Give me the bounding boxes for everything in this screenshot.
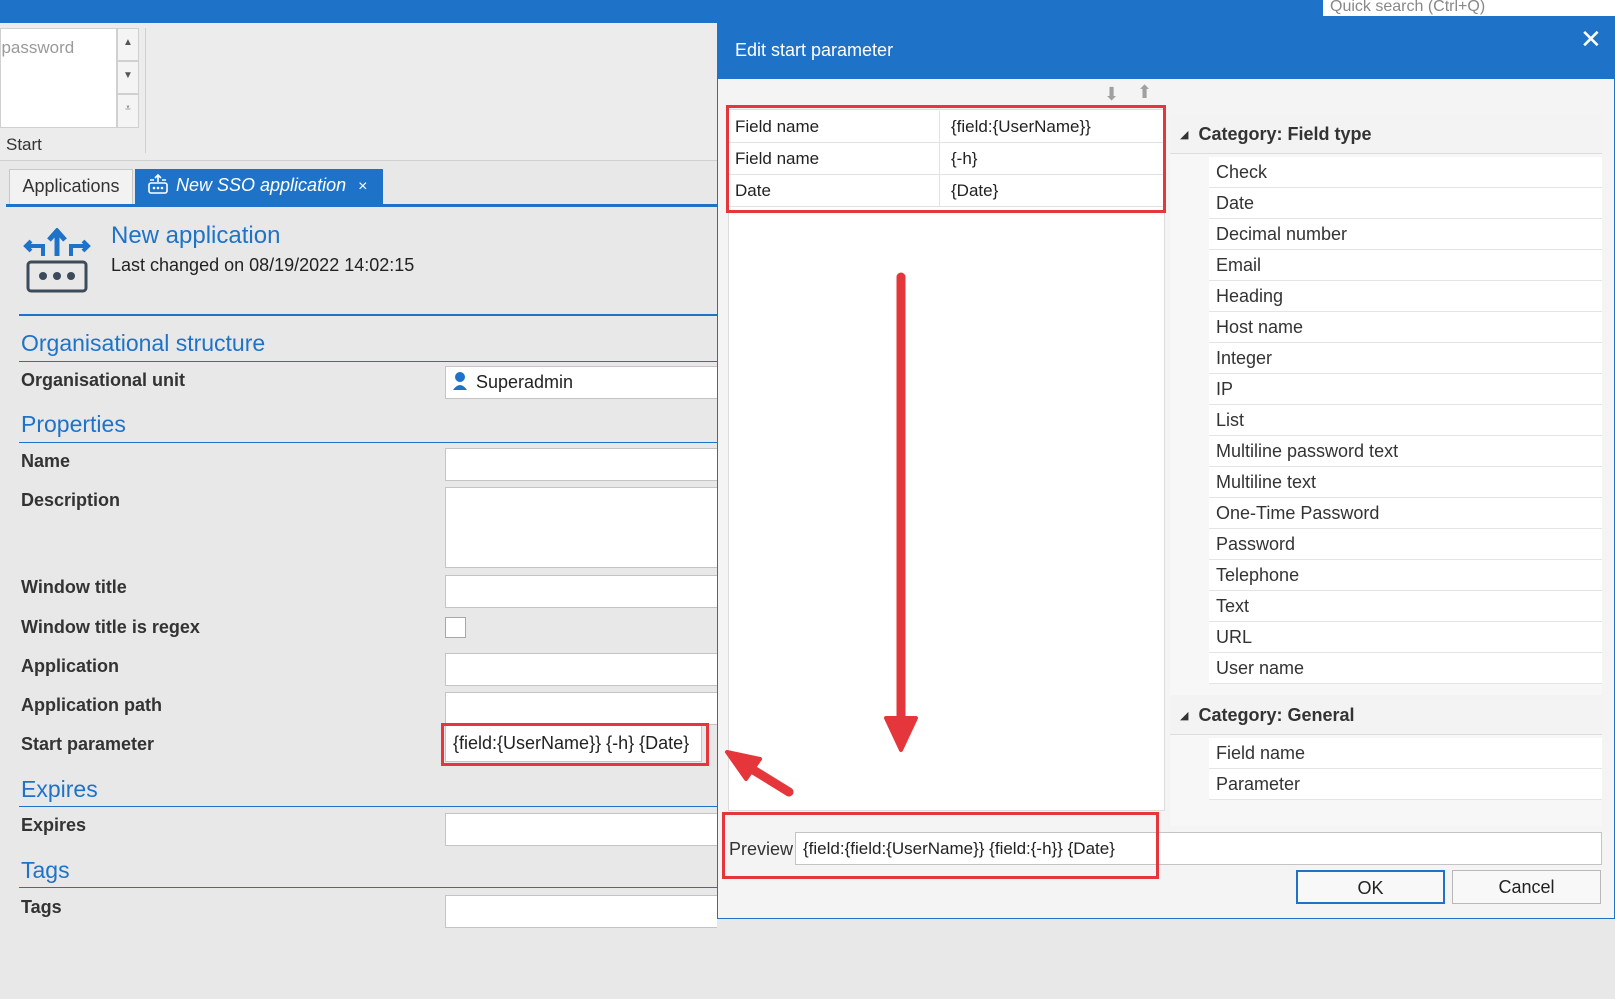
category-label: Category: General: [1198, 705, 1355, 725]
field-type-item[interactable]: Integer: [1209, 343, 1602, 374]
section-expires: Expires: [21, 776, 98, 802]
field-type-item[interactable]: List: [1209, 405, 1602, 436]
field-type-item[interactable]: Multiline text: [1209, 467, 1602, 498]
quick-search-input[interactable]: Quick search (Ctrl+Q): [1323, 0, 1615, 16]
section-organisational-structure: Organisational structure: [21, 330, 266, 356]
field-type-item[interactable]: Password: [1209, 529, 1602, 560]
application-path-label: Application path: [21, 695, 162, 715]
close-tab-icon[interactable]: ×: [358, 178, 367, 195]
ok-button[interactable]: OK: [1296, 870, 1445, 904]
cancel-button[interactable]: Cancel: [1452, 870, 1601, 904]
section-tags: Tags: [21, 857, 70, 883]
window-title-regex-checkbox[interactable]: [445, 617, 466, 638]
field-type-item[interactable]: Heading: [1209, 281, 1602, 312]
tab-applications[interactable]: Applications: [9, 169, 133, 204]
ribbon-gallery-item[interactable]: t password: [1, 38, 74, 57]
application-icon: [148, 174, 168, 194]
collapse-triangle-icon[interactable]: ◢: [1180, 129, 1188, 141]
user-icon: [453, 372, 467, 390]
parameter-list: [728, 109, 1165, 811]
gallery-scroll-up-button[interactable]: ▲: [117, 28, 139, 61]
ribbon-gallery[interactable]: t password: [0, 28, 117, 128]
field-type-item[interactable]: Telephone: [1209, 560, 1602, 591]
application-icon: [23, 228, 91, 293]
dialog-title: Edit start parameter: [735, 40, 894, 60]
field-type-item[interactable]: User name: [1209, 653, 1602, 684]
section-properties: Properties: [21, 411, 126, 437]
field-type-item[interactable]: Decimal number: [1209, 219, 1602, 250]
application-label: Application: [21, 656, 119, 676]
section-divider: [19, 361, 717, 362]
gallery-scroll-down-button[interactable]: ▼: [117, 61, 139, 94]
window-title-label: Window title: [21, 577, 127, 597]
close-icon[interactable]: ✕: [1580, 24, 1602, 55]
category-label: Category: Field type: [1198, 124, 1372, 144]
ribbon-group-label: Start: [6, 135, 42, 154]
field-type-item[interactable]: Text: [1209, 591, 1602, 622]
field-type-item[interactable]: Host name: [1209, 312, 1602, 343]
header-divider: [19, 314, 717, 316]
name-label: Name: [21, 451, 71, 471]
move-down-icon[interactable]: ⬇: [1104, 84, 1119, 105]
tags-label: Tags: [21, 897, 62, 917]
highlight-box-parameters: [726, 105, 1166, 213]
section-divider: [19, 442, 717, 443]
tab-underline: [6, 204, 717, 207]
section-divider: [19, 887, 717, 888]
window-title-field[interactable]: [445, 575, 717, 608]
description-field[interactable]: [445, 487, 717, 568]
general-item[interactable]: Parameter: [1209, 769, 1602, 800]
field-type-item[interactable]: Date: [1209, 188, 1602, 219]
name-field[interactable]: [445, 448, 717, 481]
tags-field[interactable]: [445, 895, 717, 928]
general-item[interactable]: Field name: [1209, 738, 1602, 769]
category-general-header[interactable]: ◢ Category: General: [1170, 695, 1602, 735]
expires-label: Expires: [21, 815, 87, 835]
start-parameter-label: Start parameter: [21, 734, 155, 754]
application-path-field[interactable]: [445, 692, 717, 725]
window-title-regex-label: Window title is regex: [21, 617, 200, 637]
field-type-item[interactable]: Check: [1209, 157, 1602, 188]
page-title: New application: [111, 222, 281, 249]
field-type-item[interactable]: Email: [1209, 250, 1602, 281]
organisational-unit-field[interactable]: Superadmin: [445, 366, 717, 399]
last-changed-text: Last changed on 08/19/2022 14:02:15: [111, 255, 415, 275]
gallery-expand-button[interactable]: ⩡: [117, 94, 139, 128]
field-type-item[interactable]: IP: [1209, 374, 1602, 405]
highlight-box-start-parameter: [441, 723, 709, 766]
description-label: Description: [21, 490, 121, 510]
move-up-icon[interactable]: ⬆: [1137, 82, 1152, 103]
field-type-item[interactable]: Multiline password text: [1209, 436, 1602, 467]
field-type-item[interactable]: One-Time Password: [1209, 498, 1602, 529]
highlight-box-preview: [722, 812, 1159, 879]
tab-new-sso-application[interactable]: New SSO application ×: [135, 169, 383, 204]
tab-label: New SSO application: [176, 175, 347, 195]
field-type-item[interactable]: URL: [1209, 622, 1602, 653]
section-divider: [19, 806, 717, 807]
organisational-unit-label: Organisational unit: [21, 370, 186, 390]
application-field[interactable]: [445, 653, 717, 686]
expires-field[interactable]: [445, 813, 717, 846]
collapse-triangle-icon[interactable]: ◢: [1180, 710, 1188, 722]
ribbon-separator: [145, 28, 146, 153]
category-field-type-header[interactable]: ◢ Category: Field type: [1170, 114, 1602, 154]
